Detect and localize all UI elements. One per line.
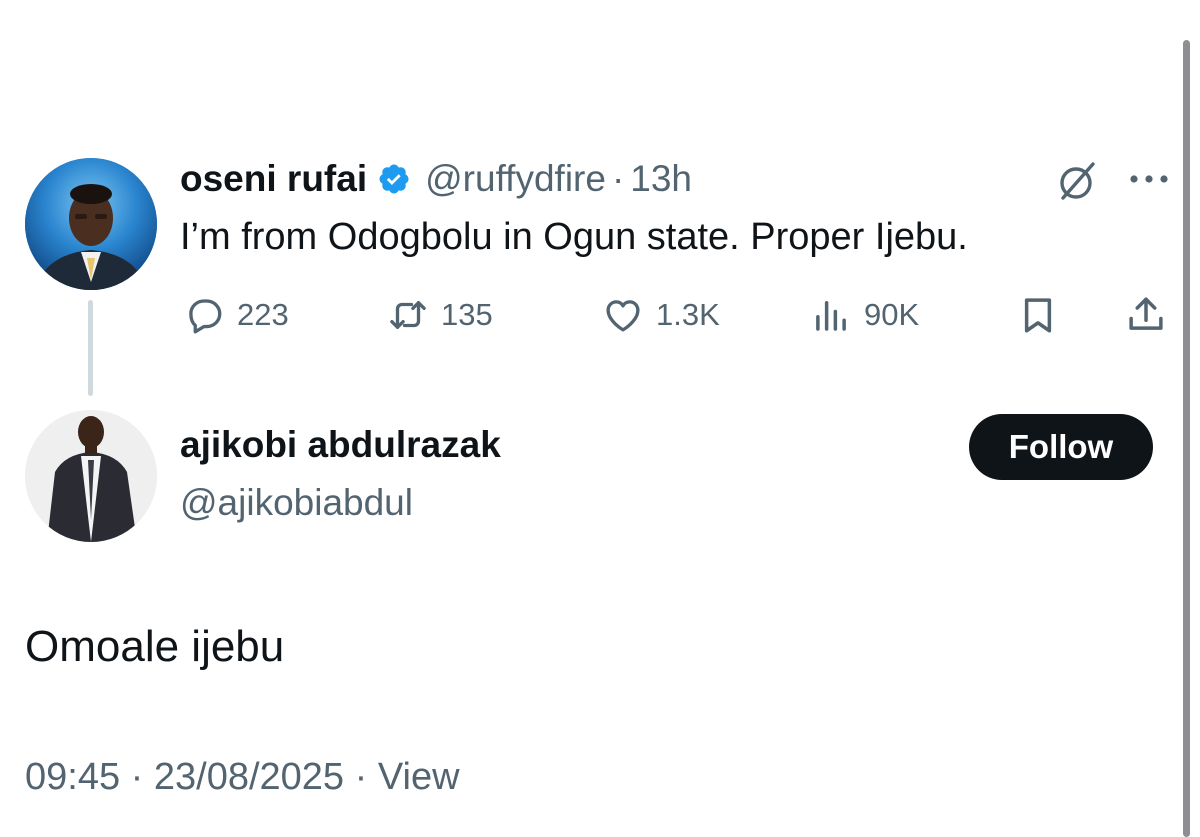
parent-tweet-time[interactable]: 13h — [630, 158, 692, 200]
tweet-date[interactable]: 23/08/2025 — [154, 756, 344, 798]
meta-separator-2: · — [354, 756, 368, 798]
share-icon — [1129, 297, 1163, 330]
reply-tweet-text: Omoale ijebu — [25, 622, 285, 671]
tweet-time[interactable]: 09:45 — [25, 756, 120, 798]
reply-action[interactable]: 223 — [183, 290, 289, 340]
like-icon — [606, 300, 640, 332]
views-count: 90K — [864, 297, 920, 332]
follow-button[interactable]: Follow — [969, 414, 1153, 480]
views-icon — [816, 301, 846, 331]
repost-count: 135 — [441, 297, 493, 332]
parent-author-name[interactable]: oseni rufai — [180, 158, 367, 200]
reply-avatar[interactable] — [25, 410, 157, 542]
reply-icon — [189, 299, 222, 334]
scrollbar[interactable] — [1183, 40, 1190, 837]
parent-avatar-image — [25, 158, 157, 290]
parent-tweet-text: I’m from Odogbolu in Ogun state. Proper … — [180, 216, 968, 258]
parent-avatar[interactable] — [25, 158, 157, 290]
share-action[interactable] — [1125, 290, 1167, 340]
views-action[interactable]: 90K — [810, 290, 919, 340]
separator-dot: · — [611, 158, 625, 199]
view-link[interactable]: View — [378, 756, 460, 798]
repost-icon — [390, 301, 426, 329]
reply-author-handle[interactable]: @ajikobiabdul — [180, 482, 413, 524]
meta-separator-1: · — [130, 756, 144, 798]
parent-tweet-header: oseni rufai @ruffydfire · 13h — [180, 154, 692, 204]
bookmark-icon — [1024, 298, 1052, 333]
like-action[interactable]: 1.3K — [602, 290, 720, 340]
reply-author-name[interactable]: ajikobi abdulrazak — [180, 424, 501, 466]
like-count: 1.3K — [656, 297, 720, 332]
thread-connector-line — [88, 300, 93, 396]
reply-avatar-image — [25, 410, 157, 542]
repost-action[interactable]: 135 — [387, 290, 493, 340]
more-options-icon[interactable] — [1128, 171, 1170, 187]
bookmark-action[interactable] — [1017, 290, 1059, 340]
reply-count: 223 — [237, 297, 289, 332]
verified-badge-icon — [377, 162, 411, 196]
parent-author-handle[interactable]: @ruffydfire — [425, 158, 606, 200]
tweet-meta-row: 09:45 · 23/08/2025 · View — [25, 756, 460, 799]
grok-icon[interactable] — [1055, 158, 1101, 204]
